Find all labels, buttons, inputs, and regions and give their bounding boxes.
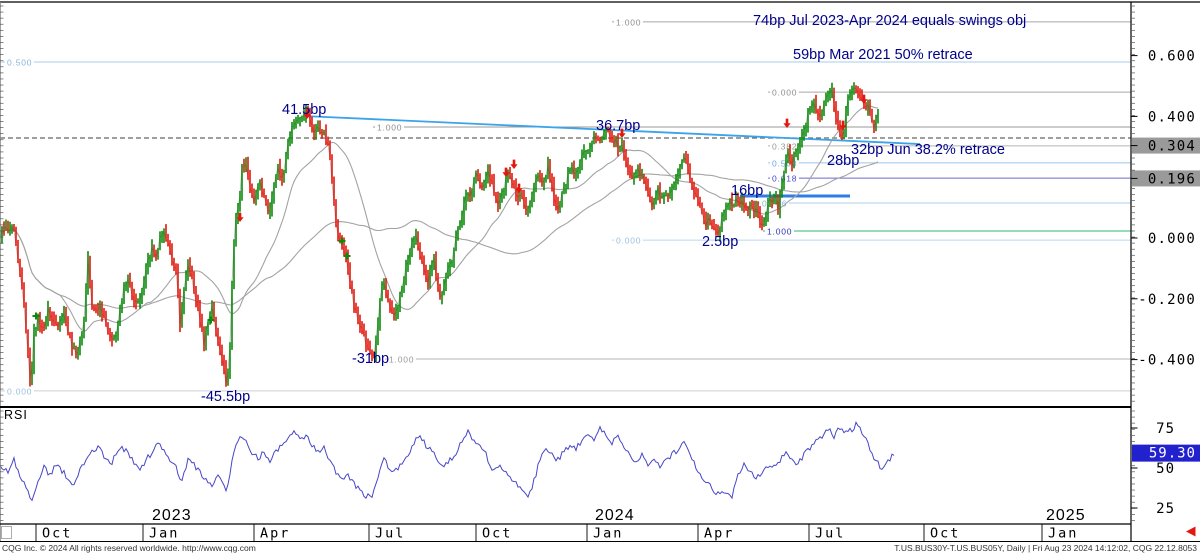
price-annotation: -31bp xyxy=(352,351,389,367)
fib-level-label: 0.000 xyxy=(772,88,797,98)
price-annotation: -45.5bp xyxy=(201,389,250,405)
price-tick-label: -0.200 xyxy=(1138,292,1196,308)
price-annotation: 16bp xyxy=(731,183,763,199)
panel-borders xyxy=(0,2,1200,542)
rsi-line xyxy=(0,422,894,500)
sell-arrow-icon xyxy=(510,160,517,169)
rsi-last-value: 59.30 xyxy=(1149,446,1196,462)
fib-level-label: 1.000 xyxy=(616,17,641,27)
price-annotation: 32bp Jun 38.2% retrace xyxy=(851,142,1005,158)
rsi-tick-label: 75 xyxy=(1156,421,1175,437)
price-tick-label: 0.304 xyxy=(1148,139,1196,155)
price-tick-label: 0.400 xyxy=(1148,109,1196,125)
year-label: 2023 xyxy=(152,507,192,524)
month-label: Jan xyxy=(149,526,179,542)
price-annotation: 28bp xyxy=(827,153,859,169)
price-tick-label: 0.000 xyxy=(1148,231,1196,247)
status-bar-left: CQG Inc. © 2024 All rights reserved worl… xyxy=(2,543,256,553)
month-label: Apr xyxy=(704,526,734,542)
chart-canvas[interactable]: 1.0000.5000.0001.0000.3820.5000.6180.786… xyxy=(0,0,1200,554)
fib-level-label: 1.000 xyxy=(767,227,792,237)
month-label: Jan xyxy=(1048,526,1078,542)
month-label: Jan xyxy=(593,526,623,542)
price-annotation: 59bp Mar 2021 50% retrace xyxy=(793,47,973,63)
rsi-axis: 75 50 25 59.30 xyxy=(1131,421,1200,517)
year-label: 2025 xyxy=(1046,507,1086,524)
down-bars xyxy=(4,85,874,387)
price-tick-label: 0.600 xyxy=(1148,49,1196,65)
price-annotation: 74bp Jul 2023-Apr 2024 equals swings obj xyxy=(753,13,1026,29)
month-label: Jul xyxy=(815,526,845,542)
corner-widget-box xyxy=(2,527,12,539)
fib-level-label: 1.000 xyxy=(377,123,402,133)
price-tick-label: 0.196 xyxy=(1148,171,1196,187)
fib-level-label: 0.382 xyxy=(772,141,797,151)
month-label: Oct xyxy=(42,526,72,542)
generated-chart-content: 1.0000.5000.0001.0000.3820.5000.6180.786… xyxy=(0,2,1200,542)
year-label: 2024 xyxy=(595,507,635,524)
rsi-tick-label: 50 xyxy=(1156,461,1175,477)
price-axis: 0.600 0.400 0.304 0.196 0.000 -0.200 -0.400 xyxy=(1131,49,1200,369)
candlestick-series xyxy=(0,82,878,387)
fib-level-label: 1.000 xyxy=(389,354,414,364)
month-label: Oct xyxy=(482,526,512,542)
up-bars xyxy=(2,82,878,386)
month-label: Jul xyxy=(375,526,405,542)
rsi-panel-title: RSI xyxy=(4,408,28,422)
fib-level-label: 0.000 xyxy=(616,236,641,246)
status-bar-right: T.US.BUS30Y-T.US.BUS05Y, Daily | Fri Aug… xyxy=(894,543,1197,553)
month-label: Apr xyxy=(260,526,290,542)
fib-level-label: 0.500 xyxy=(7,57,32,67)
chart-annotations: 74bp Jul 2023-Apr 2024 equals swings obj… xyxy=(201,13,1026,405)
month-label: Oct xyxy=(930,526,960,542)
cqg-chart-window: 1.0000.5000.0001.0000.3820.5000.6180.786… xyxy=(0,0,1200,554)
scroll-left-arrow-icon xyxy=(1186,527,1196,537)
price-annotation: 36.7bp xyxy=(596,118,640,134)
fib-levels: 1.0000.5000.0001.0000.3820.5000.6180.786… xyxy=(0,16,1133,396)
rsi-tick-label: 25 xyxy=(1156,501,1175,517)
price-annotation: 41.5bp xyxy=(282,102,326,118)
price-annotation: 2.5bp xyxy=(702,234,738,250)
fib-level-label: 0.000 xyxy=(7,386,32,396)
price-tick-label: -0.400 xyxy=(1138,353,1196,369)
